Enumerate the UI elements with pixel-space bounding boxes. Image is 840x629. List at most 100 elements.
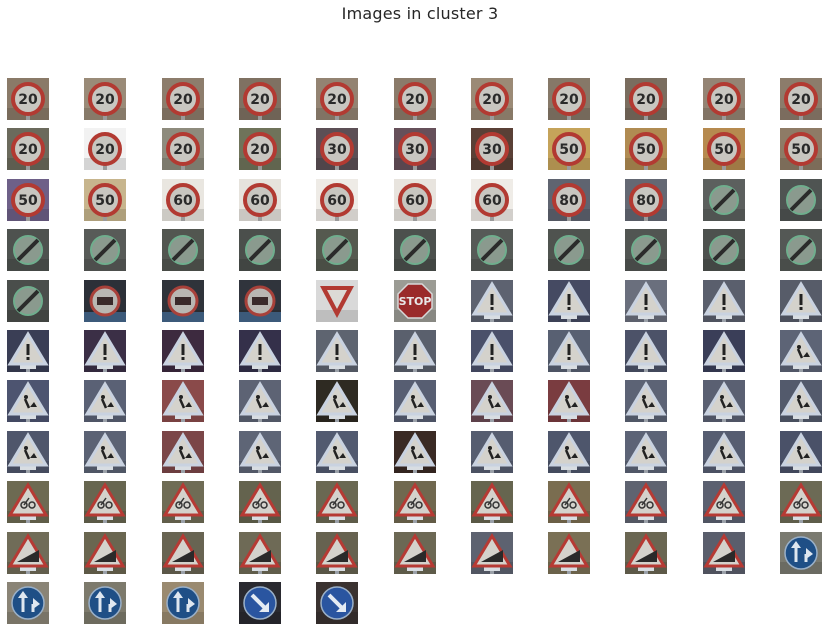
traffic-sign-image — [702, 380, 745, 423]
cluster-image-thumbnail — [161, 279, 204, 322]
traffic-sign-image — [702, 178, 745, 221]
cluster-image-thumbnail — [780, 380, 822, 423]
cluster-image-thumbnail — [780, 430, 822, 473]
traffic-sign-image — [470, 380, 513, 423]
cluster-image-thumbnail — [316, 330, 359, 372]
traffic-sign-image: 20 — [548, 78, 591, 120]
traffic-sign-image — [84, 330, 127, 372]
cluster-image-thumbnail — [84, 279, 127, 322]
cluster-image-thumbnail — [548, 229, 591, 272]
traffic-sign-image — [316, 531, 359, 574]
cluster-image-thumbnail: 20 — [84, 128, 127, 171]
cluster-image-thumbnail — [84, 330, 127, 372]
cluster-image-thumbnail: 20 — [238, 78, 281, 120]
cluster-image-thumbnail — [316, 380, 359, 423]
cluster-image-thumbnail — [316, 279, 359, 322]
svg-text:80: 80 — [637, 193, 657, 209]
traffic-sign-image — [238, 279, 281, 322]
cluster-image-thumbnail: 60 — [316, 178, 359, 221]
cluster-image-thumbnail — [548, 279, 591, 322]
cluster-image-thumbnail — [393, 531, 436, 574]
cluster-image-thumbnail — [625, 279, 668, 322]
cluster-image-thumbnail — [161, 481, 204, 524]
traffic-sign-image — [625, 430, 668, 473]
traffic-sign-image — [780, 481, 822, 524]
traffic-sign-image — [625, 229, 668, 272]
svg-text:20: 20 — [173, 92, 193, 108]
traffic-sign-image — [7, 330, 49, 372]
cluster-image-thumbnail — [780, 279, 822, 322]
traffic-sign-image — [625, 481, 668, 524]
traffic-sign-image — [84, 229, 127, 272]
cluster-image-thumbnail: 20 — [625, 78, 668, 120]
svg-text:20: 20 — [559, 92, 579, 108]
traffic-sign-image: 60 — [161, 178, 204, 221]
cluster-image-thumbnail — [702, 178, 745, 221]
svg-text:20: 20 — [96, 142, 116, 158]
svg-text:60: 60 — [405, 193, 425, 209]
traffic-sign-image — [238, 531, 281, 574]
svg-text:60: 60 — [327, 193, 347, 209]
cluster-image-thumbnail — [238, 582, 281, 624]
traffic-sign-image — [625, 380, 668, 423]
svg-text:50: 50 — [714, 142, 734, 158]
traffic-sign-image — [316, 279, 359, 322]
svg-text:20: 20 — [327, 92, 347, 108]
cluster-image-thumbnail: 50 — [7, 178, 49, 221]
traffic-sign-image — [780, 279, 822, 322]
traffic-sign-image: 20 — [161, 128, 204, 171]
traffic-sign-image: 20 — [7, 78, 49, 120]
traffic-sign-image — [7, 279, 49, 322]
cluster-image-thumbnail: 80 — [548, 178, 591, 221]
traffic-sign-image — [393, 380, 436, 423]
traffic-sign-image — [7, 229, 49, 272]
cluster-image-thumbnail — [780, 531, 822, 574]
traffic-sign-image: 50 — [625, 128, 668, 171]
cluster-image-thumbnail — [702, 229, 745, 272]
traffic-sign-image — [470, 229, 513, 272]
traffic-sign-image: 20 — [84, 128, 127, 171]
traffic-sign-image: 50 — [548, 128, 591, 171]
traffic-sign-image — [238, 430, 281, 473]
cluster-image-thumbnail — [161, 531, 204, 574]
traffic-sign-image — [470, 430, 513, 473]
cluster-image-thumbnail: 20 — [470, 78, 513, 120]
svg-text:60: 60 — [250, 193, 270, 209]
svg-text:30: 30 — [405, 142, 425, 158]
cluster-image-thumbnail — [7, 380, 49, 423]
cluster-image-thumbnail: 50 — [702, 128, 745, 171]
traffic-sign-image — [238, 330, 281, 372]
traffic-sign-image — [316, 430, 359, 473]
traffic-sign-image: 20 — [470, 78, 513, 120]
cluster-image-thumbnail — [161, 380, 204, 423]
cluster-image-thumbnail — [625, 380, 668, 423]
svg-text:50: 50 — [559, 142, 579, 158]
traffic-sign-image — [84, 430, 127, 473]
cluster-image-thumbnail: 50 — [548, 128, 591, 171]
traffic-sign-image — [316, 582, 359, 624]
cluster-image-thumbnail — [7, 430, 49, 473]
traffic-sign-image — [238, 380, 281, 423]
cluster-image-thumbnail: 20 — [316, 78, 359, 120]
traffic-sign-image: 60 — [238, 178, 281, 221]
traffic-sign-image — [548, 279, 591, 322]
svg-text:50: 50 — [18, 193, 38, 209]
cluster-image-thumbnail — [548, 430, 591, 473]
traffic-sign-image — [316, 481, 359, 524]
cluster-image-thumbnail — [7, 330, 49, 372]
cluster-image-thumbnail — [238, 279, 281, 322]
traffic-sign-image — [548, 229, 591, 272]
traffic-sign-image: 30 — [470, 128, 513, 171]
cluster-image-thumbnail — [780, 178, 822, 221]
svg-text:60: 60 — [482, 193, 502, 209]
svg-text:50: 50 — [791, 142, 811, 158]
svg-text:20: 20 — [173, 142, 193, 158]
cluster-image-thumbnail — [393, 229, 436, 272]
traffic-sign-image — [780, 430, 822, 473]
cluster-image-thumbnail — [84, 582, 127, 624]
svg-text:30: 30 — [327, 142, 347, 158]
svg-text:50: 50 — [96, 193, 116, 209]
traffic-sign-image — [393, 430, 436, 473]
traffic-sign-image — [548, 481, 591, 524]
traffic-sign-image — [84, 481, 127, 524]
